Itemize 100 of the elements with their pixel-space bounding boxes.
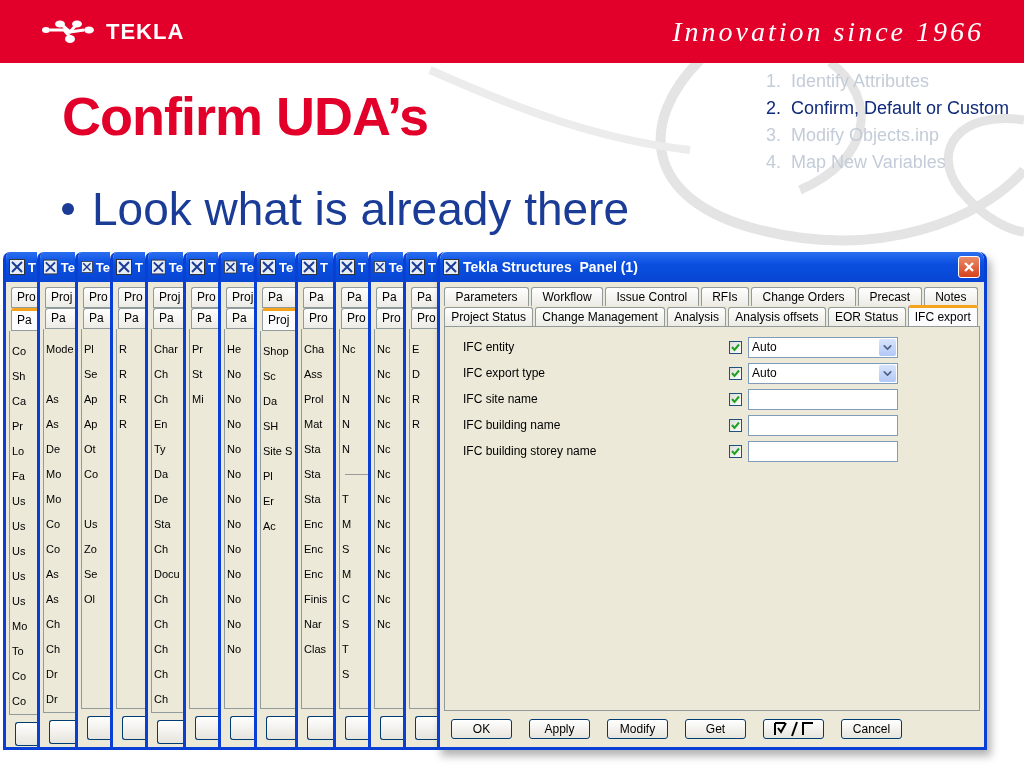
close-button[interactable]: [958, 256, 980, 278]
tab[interactable]: Precast: [858, 287, 922, 306]
field-label: Us: [11, 569, 26, 584]
tab[interactable]: Pa: [262, 287, 295, 308]
field-label: Ty: [153, 442, 166, 457]
tab[interactable]: Pro: [341, 308, 368, 329]
window-title: T: [208, 259, 216, 275]
checkbox[interactable]: [729, 444, 742, 458]
tab[interactable]: Pa: [191, 308, 218, 329]
tab[interactable]: Pa: [303, 287, 333, 308]
input-field[interactable]: [748, 414, 898, 436]
tab[interactable]: Pa: [411, 287, 437, 308]
field-label: D: [411, 367, 420, 382]
tab[interactable]: Pa: [226, 308, 254, 329]
partial-button[interactable]: [122, 716, 145, 740]
dialog-button[interactable]: Get: [685, 719, 746, 739]
field-label: He: [226, 342, 242, 357]
tab[interactable]: Pro: [118, 287, 145, 308]
partial-button[interactable]: [266, 716, 295, 740]
partial-button[interactable]: [195, 716, 218, 740]
tab[interactable]: Pro: [83, 287, 110, 308]
tab[interactable]: Proj: [262, 308, 295, 331]
tab[interactable]: Proj: [226, 287, 254, 308]
field-label: T: [341, 642, 349, 657]
tab[interactable]: Pa: [11, 308, 37, 331]
partial-button[interactable]: [415, 716, 437, 740]
field-label: Ch: [153, 367, 169, 382]
dialog-button[interactable]: OK: [451, 719, 512, 739]
tab[interactable]: Pa: [83, 308, 110, 329]
input-field[interactable]: [748, 388, 898, 410]
field-label: Fa: [11, 469, 25, 484]
field-label: C: [341, 592, 350, 607]
tab[interactable]: Issue Control: [605, 287, 699, 306]
dialog-button[interactable]: Apply: [529, 719, 590, 739]
window-title: T: [358, 259, 366, 275]
field-label: Us: [11, 594, 26, 609]
partial-button[interactable]: [380, 716, 403, 740]
tab[interactable]: Project Status: [444, 307, 534, 326]
tab[interactable]: Pro: [303, 308, 333, 329]
tab[interactable]: Analysis offsets: [728, 307, 826, 326]
field-label: No: [226, 417, 242, 432]
tab[interactable]: Change Management: [535, 307, 665, 326]
tab[interactable]: Proj: [45, 287, 75, 308]
input-field[interactable]: [748, 440, 898, 462]
tab[interactable]: Change Orders: [751, 287, 856, 306]
field-label: Clas: [303, 642, 326, 657]
field-label: No: [226, 542, 242, 557]
dialog-button[interactable]: Modify: [607, 719, 668, 739]
dropdown-field[interactable]: Auto: [748, 362, 898, 384]
tab[interactable]: IFC export: [907, 305, 978, 326]
field-label: S: [341, 617, 350, 632]
tab[interactable]: Pro: [191, 287, 218, 308]
field-label: IFC building storey name: [463, 444, 598, 458]
tab[interactable]: Pa: [376, 287, 403, 308]
partial-button[interactable]: [230, 716, 254, 740]
field-label: N: [341, 392, 350, 407]
field-label: No: [226, 617, 242, 632]
field-label: Ch: [153, 642, 169, 657]
checkbox[interactable]: [729, 366, 742, 380]
partial-button[interactable]: [87, 716, 110, 740]
tab[interactable]: Pa: [341, 287, 368, 308]
field-label: No: [226, 642, 242, 657]
partial-button[interactable]: [307, 716, 333, 740]
field-label: Nar: [303, 617, 322, 632]
dialog-button[interactable]: Cancel: [841, 719, 902, 739]
field-label: Nc: [376, 567, 391, 582]
field-label: No: [226, 492, 242, 507]
checkbox[interactable]: [729, 418, 742, 432]
tab[interactable]: Pa: [118, 308, 145, 329]
partial-button[interactable]: [49, 720, 75, 744]
dropdown-field[interactable]: Auto: [748, 336, 898, 358]
tab[interactable]: Parameters: [444, 287, 529, 306]
checkbox[interactable]: [729, 340, 742, 354]
tab[interactable]: Workflow: [531, 287, 604, 306]
field-label: Ap: [83, 392, 98, 407]
field-label: Nc: [376, 417, 391, 432]
tab[interactable]: Analysis: [667, 307, 727, 326]
tab[interactable]: Pa: [153, 308, 183, 329]
partial-button[interactable]: [15, 722, 37, 746]
tab[interactable]: Notes: [923, 287, 978, 306]
toggle-checks-button[interactable]: [763, 719, 824, 739]
tab[interactable]: Proj: [153, 287, 183, 308]
partial-button[interactable]: [345, 716, 368, 740]
tab[interactable]: EOR Status: [827, 307, 906, 326]
field-label: Sh: [11, 369, 26, 384]
field-label: Enc: [303, 567, 323, 582]
tab[interactable]: Pa: [45, 308, 75, 329]
field-label: Ch: [45, 642, 61, 657]
tab[interactable]: Pro: [376, 308, 403, 329]
partial-button[interactable]: [157, 720, 183, 744]
field-label: Co: [11, 344, 27, 359]
field-label: Enc: [303, 542, 323, 557]
field-label: No: [226, 367, 242, 382]
tab[interactable]: Pro: [11, 287, 37, 308]
field-label: Co: [11, 669, 27, 684]
checkbox[interactable]: [729, 392, 742, 406]
logo-text: TEKLA: [106, 18, 185, 45]
tab[interactable]: Pro: [411, 308, 437, 329]
tab[interactable]: RFIs: [700, 287, 749, 306]
field-label: Sta: [153, 517, 171, 532]
